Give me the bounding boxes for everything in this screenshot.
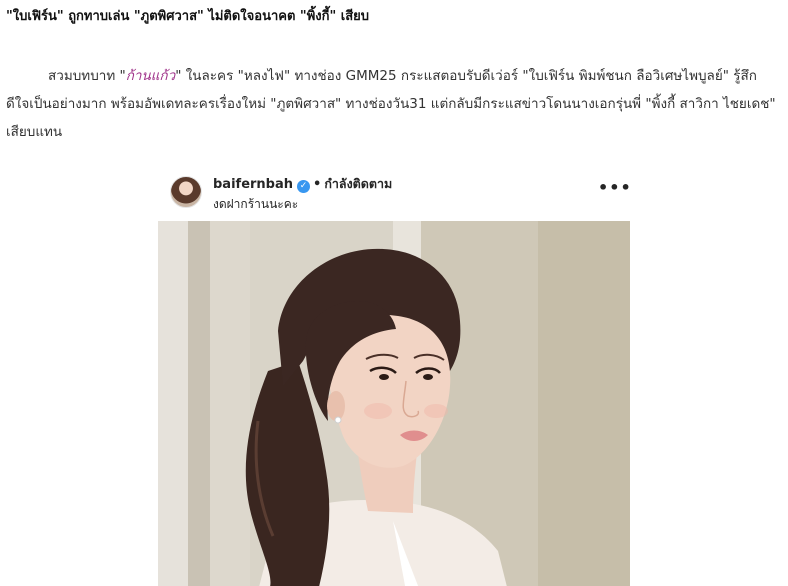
article-lead: สวมบทบาท "ก้านแก้ว" ในละคร "หลงไฟ" ทางช่… <box>6 62 778 146</box>
article-headline: "ใบเฟิร์น" ถูกทาบเล่น "ภูตพิศวาส" ไม่ติด… <box>6 9 370 24</box>
more-options-icon[interactable]: ••• <box>598 178 630 198</box>
profile-avatar[interactable] <box>170 176 202 208</box>
username-row: baifernbah ✓ • กำลังติดตาม <box>213 174 392 194</box>
post-photo[interactable] <box>158 221 630 586</box>
separator-dot: • <box>313 177 322 192</box>
instagram-embed: baifernbah ✓ • กำลังติดตาม งดฝากร้านนะคะ ••… <box>158 166 630 586</box>
post-location[interactable]: งดฝากร้านนะคะ <box>213 195 298 214</box>
verified-badge-icon: ✓ <box>297 180 311 193</box>
instagram-header: baifernbah ✓ • กำลังติดตาม งดฝากร้านนะคะ ••… <box>158 166 630 222</box>
portrait-image <box>158 221 630 586</box>
lead-text-start: สวมบทบาท " <box>48 68 126 84</box>
follow-status-button[interactable]: กำลังติดตาม <box>324 176 392 191</box>
username-link[interactable]: baifernbah <box>213 177 293 192</box>
character-link[interactable]: ก้านแก้ว <box>126 68 175 84</box>
